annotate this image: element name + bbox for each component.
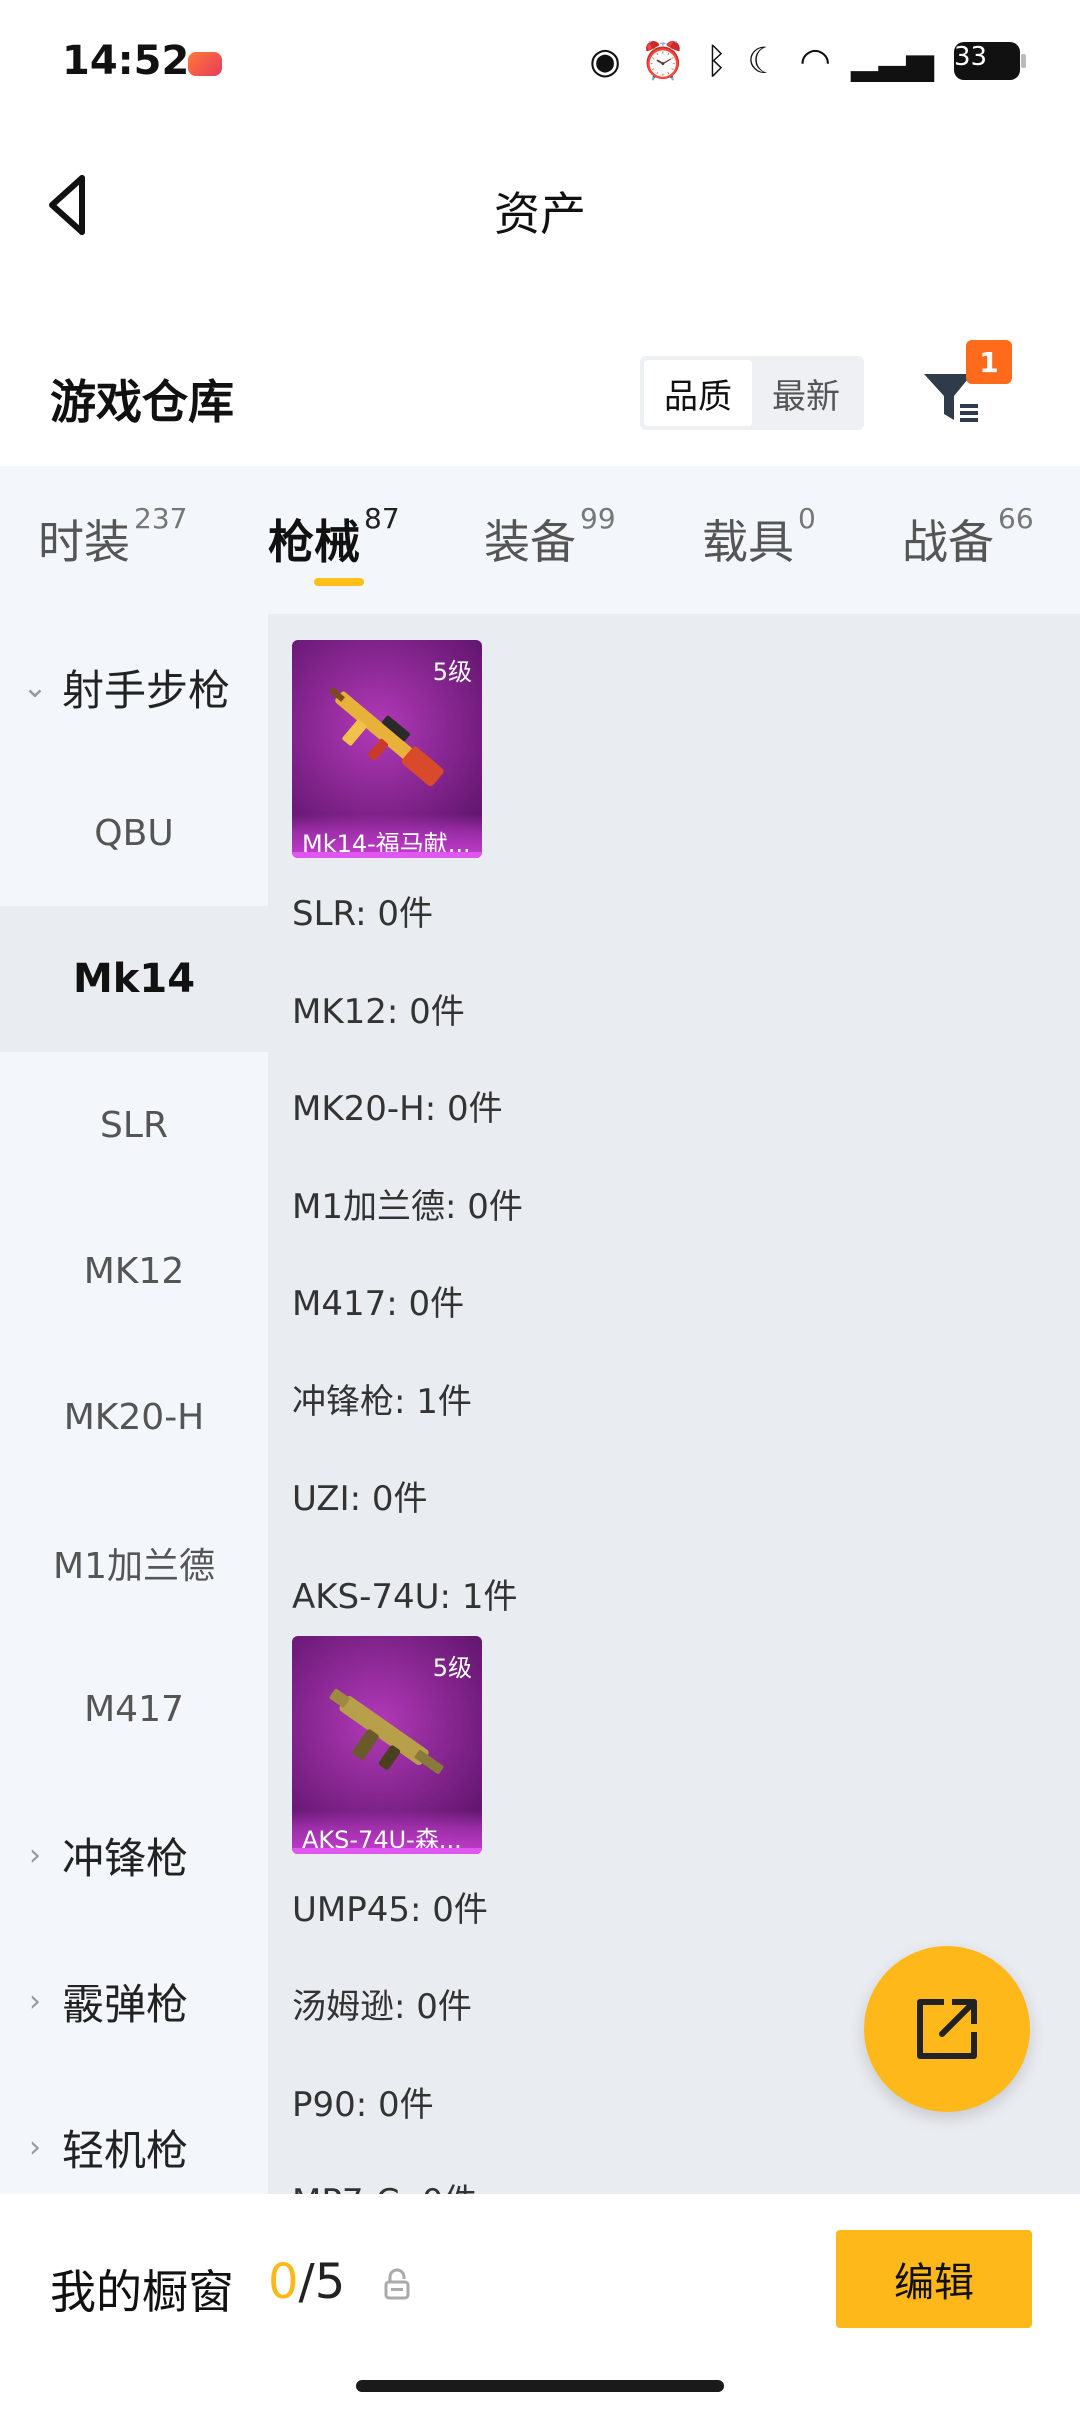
rarity-bar [292, 852, 482, 858]
weapon-sidebar: ⌄ 射手步枪 QBU Mk14 SLR MK12 MK20-H M1加兰德 M4… [0, 614, 268, 2194]
list-item: SLR: 0件 [292, 894, 433, 934]
tab-equipment[interactable]: 装备 99 [484, 502, 616, 572]
list-item: UZI: 0件 [292, 1479, 428, 1519]
sidebar-category-label: 轻机枪 [62, 2125, 189, 2175]
sidebar-item-mk12[interactable]: MK12 [0, 1198, 268, 1344]
signal-icon: ▂▃▅ [850, 40, 934, 82]
sort-newest-button[interactable]: 最新 [752, 360, 860, 426]
sidebar-item-qbu[interactable]: QBU [0, 760, 268, 906]
list-item: 冲锋枪: 1件 [292, 1382, 472, 1422]
sidebar-category-label: 射手步枪 [62, 665, 231, 715]
sidebar-category-label: 冲锋枪 [62, 1833, 189, 1883]
tab-label: 战备 [902, 515, 994, 569]
sidebar-item-m1-garand[interactable]: M1加兰德 [0, 1490, 268, 1636]
tab-label: 载具 [702, 515, 794, 569]
battery-indicator: 33 [954, 42, 1026, 80]
chevron-right-icon: › [29, 1837, 41, 1873]
tab-supplies[interactable]: 战备 66 [902, 502, 1034, 572]
showcase-current: 0 [268, 2254, 299, 2310]
category-tabs: 时装 237 枪械 87 装备 99 载具 0 战备 66 [0, 466, 1080, 614]
top-bar: 资产 [0, 150, 1080, 260]
chevron-down-icon: ⌄ [22, 669, 48, 705]
sort-quality-button[interactable]: 品质 [644, 360, 752, 426]
tab-count: 0 [798, 501, 816, 535]
list-item: 汤姆逊: 0件 [292, 1987, 472, 2027]
tab-count: 237 [134, 501, 188, 535]
sidebar-category-label: 霰弹枪 [62, 1979, 189, 2029]
sidebar-item-m417[interactable]: M417 [0, 1636, 268, 1782]
bluetooth-icon: ᛒ [705, 40, 728, 82]
moon-icon: ☾ [747, 40, 780, 82]
list-item: MP7-C: 0件 [292, 2174, 477, 2194]
list-item: MK20-H: 0件 [292, 1089, 503, 1129]
filter-count-badge: 1 [966, 340, 1012, 384]
item-card-mk14[interactable]: 5级 Mk14-福马献... [292, 640, 482, 858]
status-icons: ◉ ⏰ ᛒ ☾ ◠ ▂▃▅ 33 [589, 40, 1026, 82]
sidebar-category-smg[interactable]: › 冲锋枪 [0, 1782, 268, 1928]
sidebar-category-marksman[interactable]: ⌄ 射手步枪 [0, 614, 268, 760]
speedometer-icon: ◉ [589, 40, 621, 82]
tab-label: 时装 [38, 515, 130, 569]
tab-count: 99 [580, 501, 616, 535]
tab-count: 87 [364, 501, 400, 535]
page-title: 资产 [494, 187, 586, 241]
list-item: M417: 0件 [292, 1284, 465, 1324]
list-item: MK12: 0件 [292, 992, 465, 1032]
sidebar-category-shotgun[interactable]: › 霰弹枪 [0, 1928, 268, 2074]
game-app-icon [188, 52, 222, 76]
item-card-aks74u[interactable]: 5级 AKS-74U-森... [292, 1636, 482, 1854]
tab-count: 66 [998, 501, 1034, 535]
showcase-count: 0/5 [268, 2254, 345, 2310]
wifi-icon: ◠ [799, 40, 831, 82]
sidebar-item-mk14[interactable]: Mk14 [0, 906, 268, 1052]
chevron-right-icon: › [29, 2129, 41, 2165]
edit-button[interactable]: 编辑 [836, 2230, 1032, 2328]
sidebar-item-mk20h[interactable]: MK20-H [0, 1344, 268, 1490]
list-item: P90: 0件 [292, 2085, 434, 2125]
home-indicator[interactable] [356, 2380, 724, 2392]
list-item: AKS-74U: 1件 [292, 1577, 518, 1617]
share-button[interactable] [864, 1946, 1030, 2112]
alarm-icon: ⏰ [640, 41, 686, 82]
tab-firearms[interactable]: 枪械 87 [268, 502, 400, 572]
status-bar: 14:52 ◉ ⏰ ᛒ ☾ ◠ ▂▃▅ 33 [0, 0, 1080, 130]
sidebar-category-lmg[interactable]: › 轻机枪 [0, 2074, 268, 2194]
list-item: UMP45: 0件 [292, 1890, 488, 1930]
warehouse-header: 游戏仓库 品质 最新 1 [0, 340, 1080, 450]
warehouse-title: 游戏仓库 [50, 375, 234, 429]
status-time: 14:52 [62, 38, 190, 84]
list-item: M1加兰德: 0件 [292, 1187, 523, 1227]
tab-label: 装备 [484, 515, 576, 569]
active-tab-indicator [314, 578, 364, 586]
chevron-right-icon: › [29, 1983, 41, 2019]
showcase-bar: 我的橱窗 0/5 编辑 [0, 2194, 1080, 2414]
tab-label: 枪械 [268, 515, 360, 569]
showcase-label: 我的橱窗 [50, 2265, 234, 2319]
external-link-icon [917, 1999, 977, 2059]
smg-skin-image [329, 1688, 444, 1774]
sort-toggle: 品质 最新 [640, 356, 864, 430]
rarity-bar [292, 1848, 482, 1854]
showcase-total: /5 [298, 2254, 346, 2310]
tab-fashion[interactable]: 时装 237 [38, 502, 187, 572]
lock-icon [384, 2268, 410, 2300]
sidebar-item-slr[interactable]: SLR [0, 1052, 268, 1198]
rifle-skin-image [328, 686, 444, 787]
tab-vehicles[interactable]: 载具 0 [702, 502, 816, 572]
